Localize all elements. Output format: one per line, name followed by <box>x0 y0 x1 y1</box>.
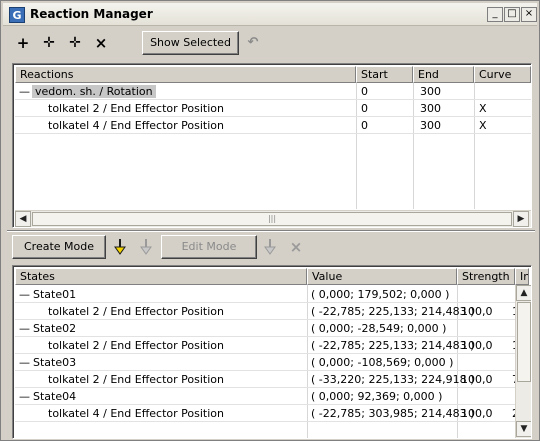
state-row[interactable]: — State01 ( 0,000; 179,502; 0,000 ) <box>15 286 515 303</box>
value-column-header[interactable]: Value <box>307 268 457 285</box>
influence-column-header[interactable]: In <box>515 268 529 285</box>
state-name: tolkatel 4 / End Effector Position <box>48 407 224 420</box>
state-value: ( -33,220; 225,133; 224,918 ) <box>311 373 475 386</box>
state-name: State02 <box>33 322 77 335</box>
window-title: Reaction Manager <box>30 7 153 21</box>
reaction-end: 300 <box>420 119 441 132</box>
add-reaction-icon[interactable]: + <box>13 33 33 53</box>
set-state-icon[interactable] <box>263 238 277 256</box>
scroll-right-icon[interactable]: ▶ <box>513 211 529 227</box>
state-strength: 100,0 <box>461 407 493 420</box>
add-selected-icon[interactable]: ✛ <box>39 33 59 53</box>
scroll-thumb[interactable] <box>517 302 531 382</box>
edit-mode-button[interactable]: Edit Mode <box>161 235 257 259</box>
state-value: ( -22,785; 225,133; 214,483 ) <box>311 305 475 318</box>
state-value: ( 0,000; -108,569; 0,000 ) <box>311 356 454 369</box>
curve-marker-icon[interactable]: X <box>479 117 487 134</box>
state-strength: 100,0 <box>461 373 493 386</box>
state-row[interactable]: tolkatel 2 / End Effector Position ( -22… <box>15 337 519 354</box>
state-value: ( -22,785; 303,985; 214,483 ) <box>311 407 475 420</box>
curve-column-header[interactable]: Curve <box>474 66 531 83</box>
state-row[interactable]: — State02 ( 0,000; -28,549; 0,000 ) <box>15 320 515 337</box>
state-row[interactable]: tolkatel 2 / End Effector Position ( -22… <box>15 303 519 320</box>
reaction-start: 0 <box>361 102 368 115</box>
states-vertical-scrollbar[interactable]: ▲ ▼ <box>515 285 531 438</box>
reactions-toolbar: + ✛ ✛ × Show Selected ↶ <box>3 27 537 61</box>
state-value: ( 0,000; 179,502; 0,000 ) <box>311 288 450 301</box>
reaction-manager-window: G Reaction Manager _ □ × + ✛ ✛ × Show Se… <box>0 0 540 441</box>
state-value: ( -22,785; 225,133; 214,483 ) <box>311 339 475 352</box>
scroll-down-icon[interactable]: ▼ <box>516 421 531 437</box>
state-row[interactable]: tolkatel 2 / End Effector Position ( -33… <box>15 371 519 388</box>
reaction-name: tolkatel 4 / End Effector Position <box>48 119 224 132</box>
state-strength: 100,0 <box>461 305 493 318</box>
refresh-icon[interactable]: ↶ <box>243 33 263 53</box>
reactions-panel: Reactions Start End Curve — vedom. sh. /… <box>12 63 532 228</box>
reaction-name: vedom. sh. / Rotation <box>32 85 156 98</box>
close-button[interactable]: × <box>521 7 537 22</box>
show-selected-button[interactable]: Show Selected <box>142 31 239 55</box>
minimize-button[interactable]: _ <box>487 7 503 22</box>
curve-marker-icon[interactable]: X <box>479 100 487 117</box>
start-column-header[interactable]: Start <box>356 66 413 83</box>
reaction-row[interactable]: tolkatel 2 / End Effector Position 0 300… <box>15 100 531 117</box>
delete-state-icon[interactable]: × <box>286 237 306 257</box>
strength-column-header[interactable]: Strength <box>457 268 515 285</box>
reactions-column-header[interactable]: Reactions <box>15 66 356 83</box>
app-icon: G <box>9 7 25 23</box>
state-row[interactable]: — State03 ( 0,000; -108,569; 0,000 ) <box>15 354 515 371</box>
state-value: ( 0,000; 92,369; 0,000 ) <box>311 390 443 403</box>
reactions-horizontal-scrollbar[interactable]: ◀ ||| ▶ <box>15 210 531 227</box>
scroll-left-icon[interactable]: ◀ <box>15 211 31 227</box>
state-value: ( 0,000; -28,549; 0,000 ) <box>311 322 447 335</box>
collapse-icon[interactable]: — <box>19 354 30 371</box>
reaction-row[interactable]: — vedom. sh. / Rotation 0 300 <box>15 83 531 100</box>
title-bar[interactable]: G Reaction Manager _ □ × <box>3 3 537 26</box>
state-name: tolkatel 2 / End Effector Position <box>48 305 224 318</box>
append-state-icon[interactable] <box>139 238 153 256</box>
state-name: State04 <box>33 390 77 403</box>
reaction-start: 0 <box>361 85 368 98</box>
collapse-icon[interactable]: — <box>19 83 30 100</box>
reaction-end: 300 <box>420 102 441 115</box>
scroll-up-icon[interactable]: ▲ <box>516 285 531 301</box>
add-reference-icon[interactable]: ✛ <box>65 33 85 53</box>
states-column-header[interactable]: States <box>15 268 307 285</box>
delete-reaction-icon[interactable]: × <box>91 33 111 53</box>
create-mode-button[interactable]: Create Mode <box>12 235 106 259</box>
state-name: State01 <box>33 288 77 301</box>
collapse-icon[interactable]: — <box>19 286 30 303</box>
state-name: State03 <box>33 356 77 369</box>
reaction-end: 300 <box>420 85 441 98</box>
state-strength: 100,0 <box>461 339 493 352</box>
collapse-icon[interactable]: — <box>19 320 30 337</box>
create-state-icon[interactable] <box>113 238 127 256</box>
collapse-icon[interactable]: — <box>19 388 30 405</box>
states-panel: States Value Strength In — State01 ( 0,0… <box>12 265 532 439</box>
scroll-thumb[interactable]: ||| <box>32 212 512 226</box>
state-name: tolkatel 2 / End Effector Position <box>48 373 224 386</box>
reaction-name: tolkatel 2 / End Effector Position <box>48 102 224 115</box>
state-row[interactable]: tolkatel 4 / End Effector Position ( -22… <box>15 405 519 422</box>
reaction-start: 0 <box>361 119 368 132</box>
divider <box>7 230 535 232</box>
state-name: tolkatel 2 / End Effector Position <box>48 339 224 352</box>
state-row[interactable]: — State04 ( 0,000; 92,369; 0,000 ) <box>15 388 515 405</box>
end-column-header[interactable]: End <box>413 66 474 83</box>
maximize-button[interactable]: □ <box>504 7 520 22</box>
reaction-row[interactable]: tolkatel 4 / End Effector Position 0 300… <box>15 117 531 134</box>
